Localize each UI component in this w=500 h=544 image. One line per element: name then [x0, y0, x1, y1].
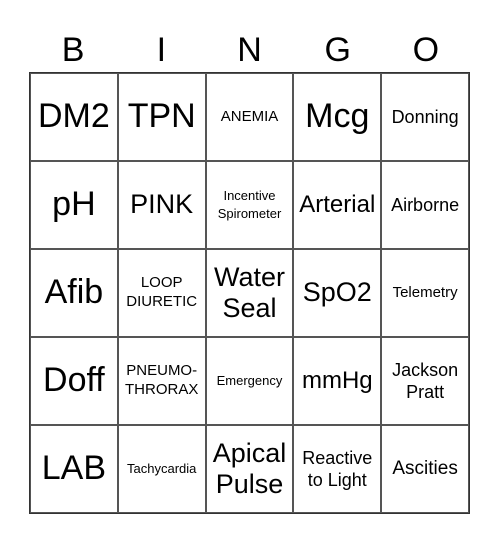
bingo-cell[interactable]: Airborne: [381, 161, 469, 249]
bingo-cell[interactable]: PINK: [117, 161, 206, 249]
bingo-cell[interactable]: Mcg: [293, 73, 382, 161]
bingo-cell[interactable]: Apical Pulse: [205, 425, 294, 513]
bingo-grid: DM2 TPN ANEMIA Mcg Donning pH PINK Incen…: [29, 72, 470, 514]
bingo-cell[interactable]: LAB: [30, 425, 118, 513]
bingo-cell[interactable]: pH: [30, 161, 118, 249]
bingo-cell[interactable]: Tachycardia: [117, 425, 206, 513]
bingo-cell[interactable]: Incentive Spirometer: [205, 161, 294, 249]
bingo-cell[interactable]: Afib: [30, 249, 118, 337]
bingo-cell[interactable]: Reactive to Light: [293, 425, 382, 513]
header-letter-b: B: [61, 31, 85, 69]
header-letter-n: N: [237, 31, 262, 69]
bingo-cell[interactable]: Water Seal: [205, 249, 294, 337]
bingo-cell[interactable]: Emergency: [205, 337, 294, 425]
bingo-cell[interactable]: Donning: [381, 73, 469, 161]
bingo-cell[interactable]: Telemetry: [381, 249, 469, 337]
bingo-cell[interactable]: LOOP DIURETIC: [117, 249, 206, 337]
bingo-cell[interactable]: SpO2: [293, 249, 382, 337]
bingo-header: B I N G O: [29, 28, 470, 72]
bingo-cell[interactable]: PNEUMO-THRORAX: [117, 337, 206, 425]
bingo-cell[interactable]: mmHg: [293, 337, 382, 425]
bingo-cell[interactable]: Jackson Pratt: [381, 337, 469, 425]
bingo-cell[interactable]: TPN: [117, 73, 206, 161]
bingo-cell[interactable]: ANEMIA: [205, 73, 294, 161]
bingo-cell[interactable]: Ascities: [381, 425, 469, 513]
bingo-cell[interactable]: Arterial: [293, 161, 382, 249]
bingo-cell[interactable]: Doff: [30, 337, 118, 425]
header-letter-i: I: [156, 31, 167, 69]
header-letter-o: O: [412, 31, 440, 69]
header-letter-g: G: [324, 31, 351, 69]
bingo-cell[interactable]: DM2: [30, 73, 118, 161]
